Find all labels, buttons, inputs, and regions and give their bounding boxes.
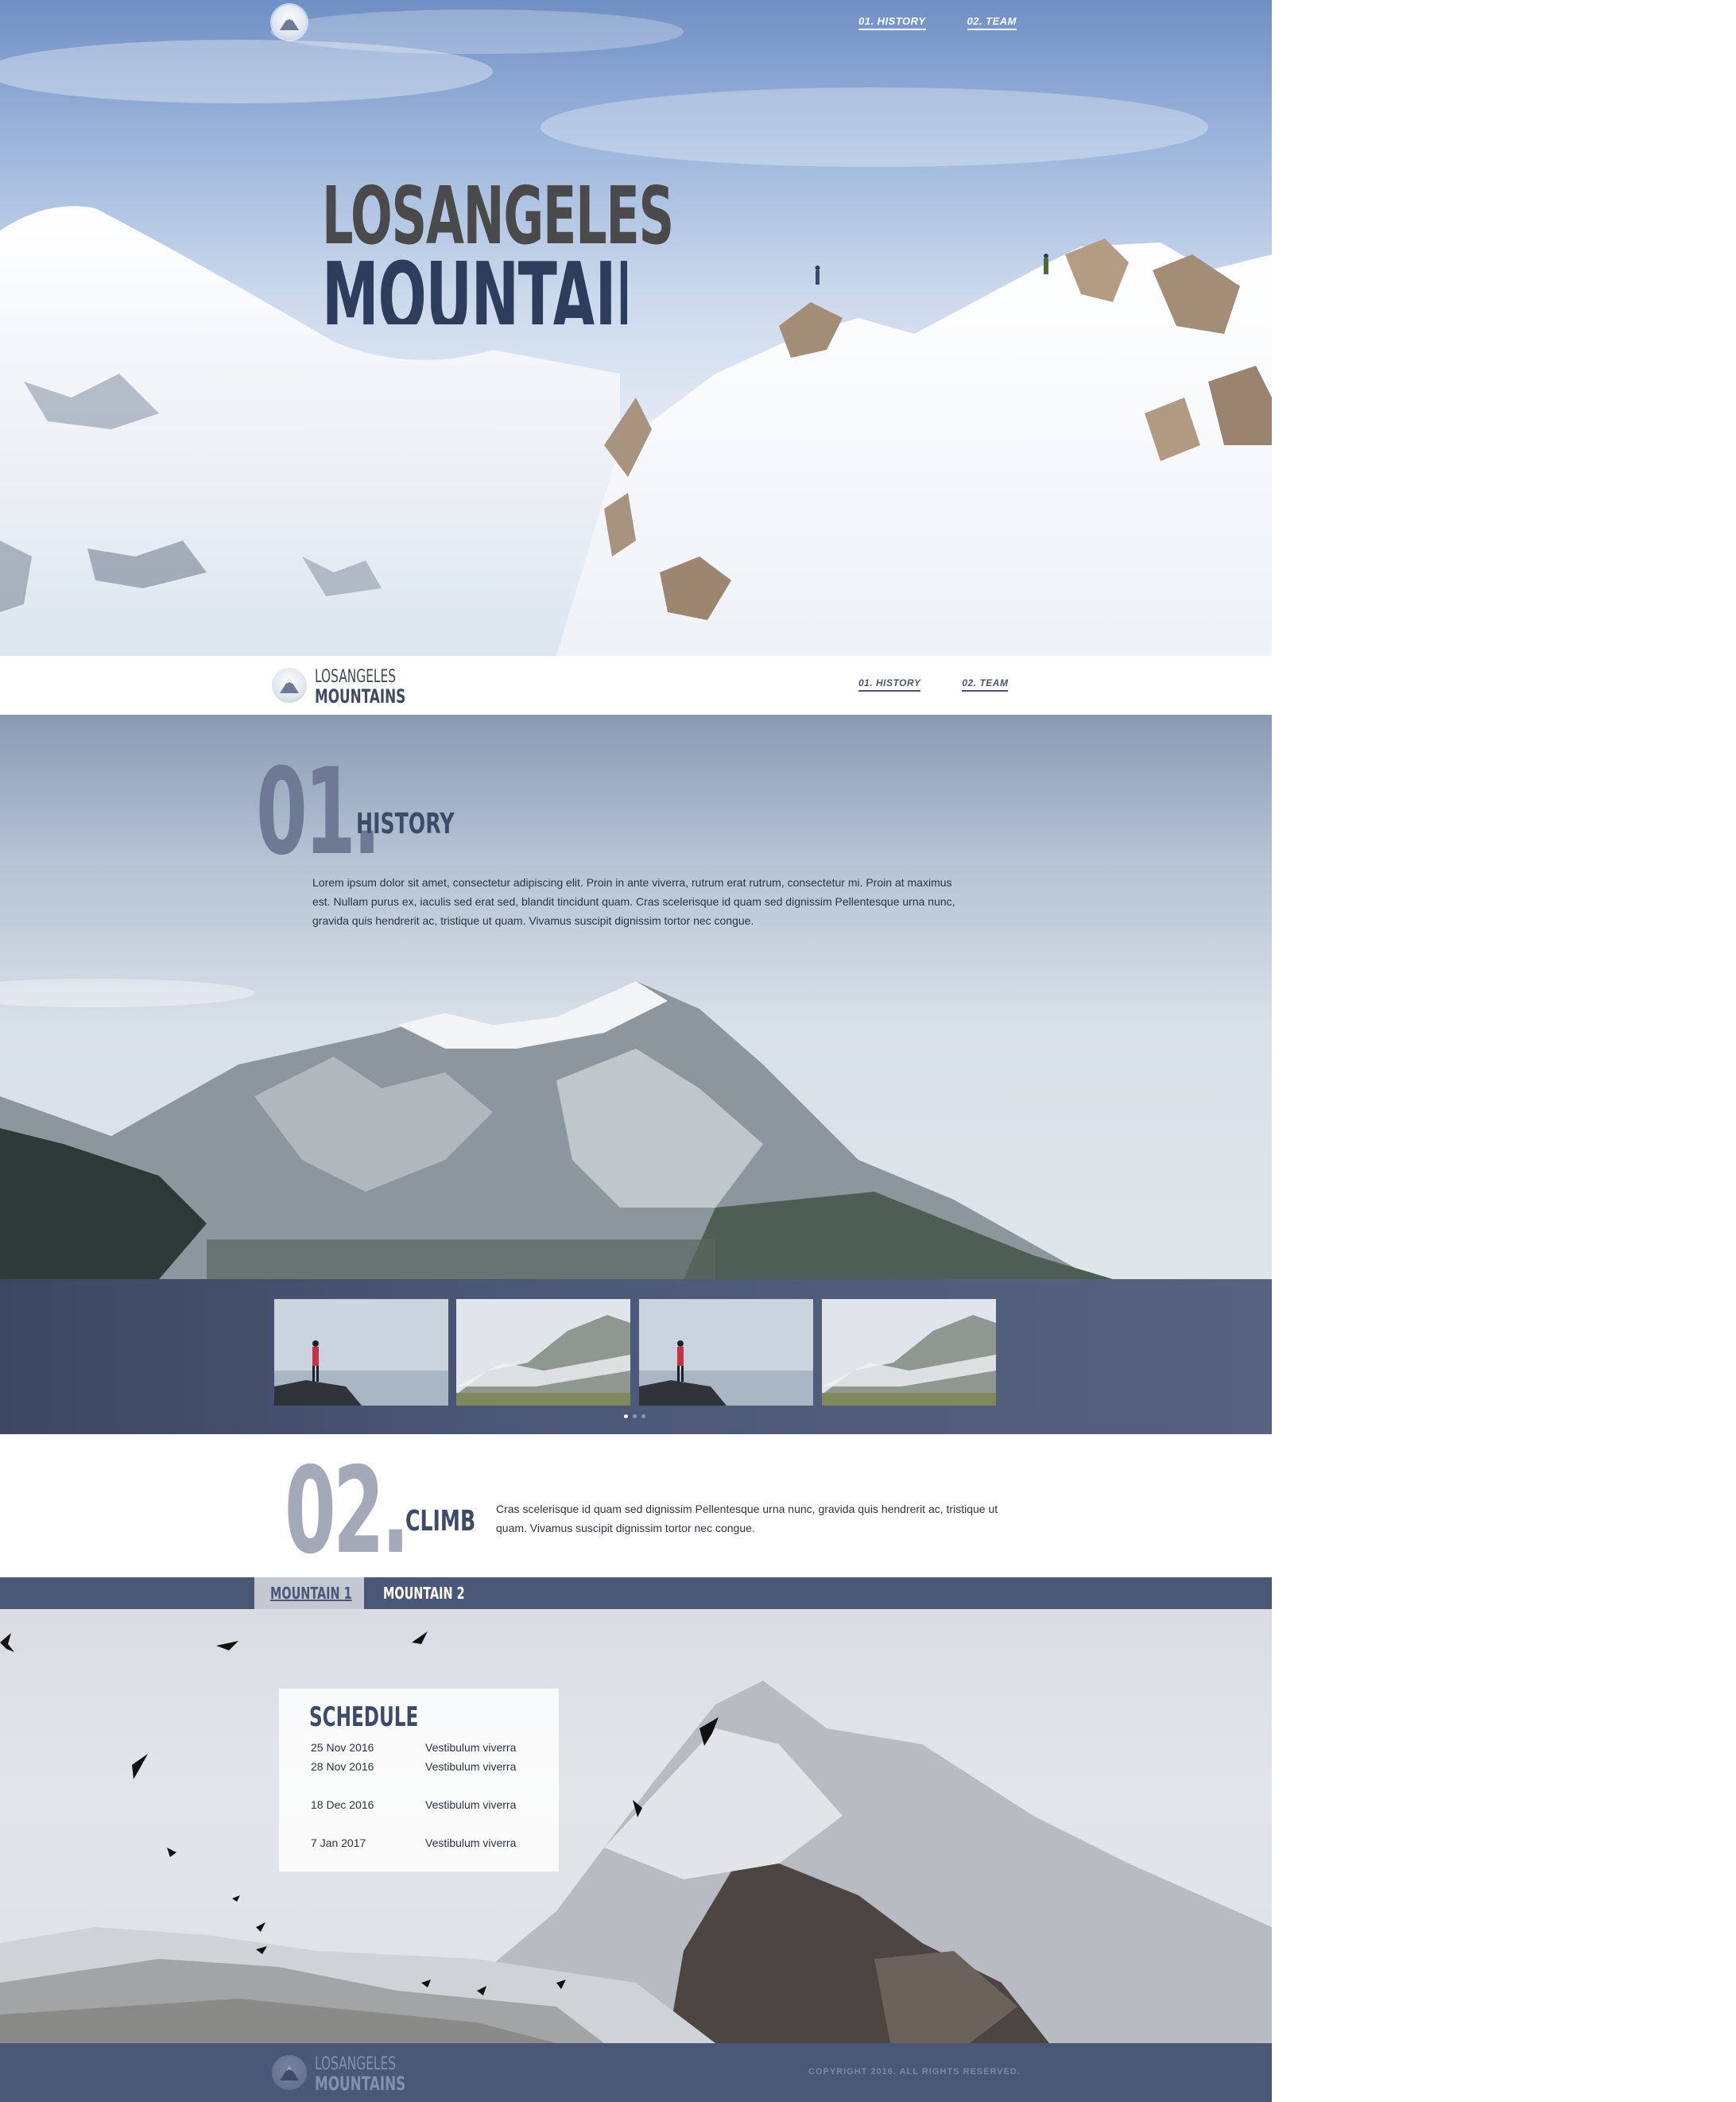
schedule-text: Vestibulum viverra bbox=[425, 1836, 517, 1849]
logo-icon[interactable] bbox=[272, 5, 307, 40]
header-logo-icon[interactable] bbox=[272, 668, 307, 703]
header-nav-history-link[interactable]: 01. HISTORY bbox=[858, 677, 921, 692]
misty-valley-image bbox=[822, 1299, 996, 1406]
tab-mountain-2[interactable]: MOUNTAIN 2 bbox=[383, 1577, 497, 1609]
misty-valley-image bbox=[456, 1299, 630, 1406]
schedule-text: Vestibulum viverra bbox=[425, 1798, 517, 1811]
schedule-text: Vestibulum viverra bbox=[425, 1760, 517, 1773]
gallery-thumb-4[interactable] bbox=[822, 1299, 996, 1406]
hiker-on-rock-image bbox=[274, 1299, 448, 1406]
hero-mountain-illustration bbox=[0, 10, 1272, 656]
schedule-title: SCHEDULE bbox=[309, 1701, 419, 1733]
header-nav-team-link[interactable]: 02. TEAM bbox=[962, 677, 1009, 692]
footer-brand[interactable]: LOSANGELES MOUNTAINS bbox=[315, 2054, 444, 2095]
climb-title: CLIMB bbox=[405, 1505, 476, 1538]
header-brand[interactable]: LOSANGELES MOUNTAINS bbox=[315, 667, 444, 708]
page: 01. HISTORY 02. TEAM LOSANGELES MOUNTAIN… bbox=[0, 0, 1272, 2102]
schedule-date: 28 Nov 2016 bbox=[311, 1760, 374, 1773]
mountain-panel: SCHEDULE 25 Nov 2016 Vestibulum viverra … bbox=[0, 1609, 1272, 2043]
history-title: HISTORY bbox=[356, 808, 455, 840]
hero-section: 01. HISTORY 02. TEAM LOSANGELES MOUNTAIN… bbox=[0, 0, 1272, 656]
mountain-logo-glyph bbox=[280, 678, 299, 693]
copyright-text: COPYRIGHT 2016. ALL RIGHTS RESERVED. bbox=[808, 2067, 1021, 2077]
gallery-thumb-2[interactable] bbox=[456, 1299, 630, 1406]
nav-team-link[interactable]: 02. TEAM bbox=[967, 15, 1017, 30]
hiker-on-rock-image bbox=[639, 1299, 813, 1406]
climb-paragraph: Cras scelerisque id quam sed dignissim P… bbox=[496, 1503, 998, 1534]
mountain-logo-glyph bbox=[280, 15, 299, 30]
brand-line1: LOSANGELES bbox=[315, 667, 397, 687]
schedule-text: Vestibulum viverra bbox=[425, 1741, 517, 1754]
tab-label: MOUNTAIN 1 bbox=[270, 1584, 352, 1603]
gallery-thumb-3[interactable] bbox=[639, 1299, 813, 1406]
nav-history-link[interactable]: 01. HISTORY bbox=[858, 15, 926, 30]
history-paragraph: Lorem ipsum dolor sit amet, consectetur … bbox=[312, 876, 955, 927]
history-section: 01. HISTORY Lorem ipsum dolor sit amet, … bbox=[0, 715, 1272, 1279]
site-header: LOSANGELES MOUNTAINS 01. HISTORY 02. TEA… bbox=[0, 656, 1272, 715]
schedule-date: 18 Dec 2016 bbox=[311, 1798, 374, 1811]
hero-title-line2: MOUNTAINS bbox=[322, 251, 627, 324]
gallery-strip bbox=[0, 1279, 1272, 1434]
tab-label: MOUNTAIN 2 bbox=[383, 1584, 465, 1603]
hero-nav: 01. HISTORY 02. TEAM bbox=[858, 15, 1017, 30]
climb-number: 02. bbox=[285, 1442, 409, 1580]
mountain-birds-illustration bbox=[0, 1631, 1272, 2043]
gallery-dot[interactable] bbox=[624, 1414, 628, 1418]
schedule-date: 25 Nov 2016 bbox=[311, 1741, 374, 1754]
climb-section: 02. CLIMB Cras scelerisque id quam sed d… bbox=[0, 1434, 1272, 1577]
mountain-tabs: MOUNTAIN 1 MOUNTAIN 2 bbox=[0, 1577, 1272, 1609]
gallery-dot[interactable] bbox=[641, 1414, 645, 1418]
brand-line2: MOUNTAINS bbox=[315, 685, 406, 708]
schedule-date: 7 Jan 2017 bbox=[311, 1836, 366, 1849]
history-mountain-illustration bbox=[0, 979, 1113, 1279]
gallery-thumb-1[interactable] bbox=[274, 1299, 448, 1406]
site-footer: LOSANGELES MOUNTAINS COPYRIGHT 2016. ALL… bbox=[0, 2043, 1272, 2102]
hero-title-line1: LOSANGELES bbox=[322, 169, 674, 262]
gallery-dot[interactable] bbox=[633, 1414, 637, 1418]
header-nav: 01. HISTORY 02. TEAM bbox=[858, 677, 1009, 692]
brand-line2: MOUNTAINS bbox=[315, 2073, 406, 2095]
gallery-pagination bbox=[624, 1414, 645, 1418]
hero-title: LOSANGELES MOUNTAINS bbox=[322, 169, 831, 325]
schedule-card: SCHEDULE 25 Nov 2016 Vestibulum viverra … bbox=[279, 1689, 559, 1871]
brand-line1: LOSANGELES bbox=[315, 2054, 397, 2074]
tab-mountain-1[interactable]: MOUNTAIN 1 bbox=[254, 1577, 364, 1609]
mountain-logo-glyph bbox=[280, 2065, 299, 2081]
footer-logo-icon[interactable] bbox=[272, 2055, 307, 2090]
